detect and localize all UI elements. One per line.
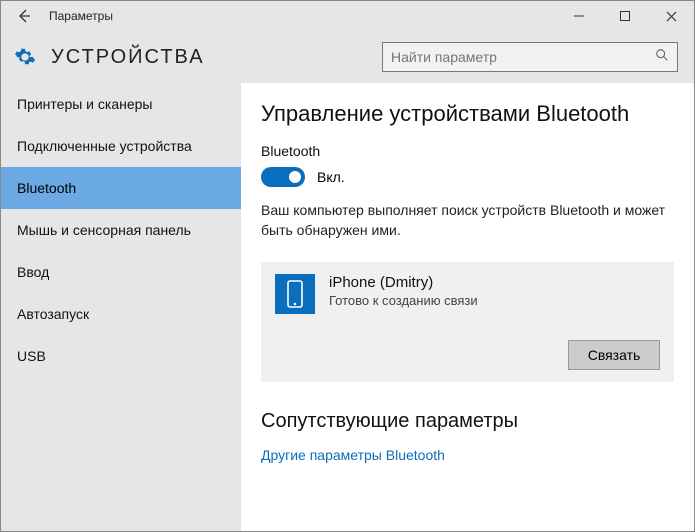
window-title: Параметры [47, 9, 556, 23]
device-card[interactable]: iPhone (Dmitry) Готово к созданию связи … [261, 262, 674, 382]
related-heading: Сопутствующие параметры [261, 410, 674, 433]
sidebar-item-label: Ввод [17, 264, 49, 280]
sidebar-item-label: USB [17, 348, 46, 364]
toggle-state-label: Вкл. [317, 169, 345, 185]
minimize-button[interactable] [556, 1, 602, 31]
related-link-more-bluetooth[interactable]: Другие параметры Bluetooth [261, 447, 674, 463]
category-title: УСТРОЙСТВА [51, 46, 382, 69]
bluetooth-toggle[interactable] [261, 167, 305, 187]
sidebar-item-label: Подключенные устройства [17, 138, 192, 154]
sidebar-item-label: Bluetooth [17, 180, 76, 196]
titlebar: Параметры [1, 1, 694, 31]
search-input[interactable] [391, 49, 655, 65]
sidebar-item-connected-devices[interactable]: Подключенные устройства [1, 125, 241, 167]
sidebar-item-label: Принтеры и сканеры [17, 96, 152, 112]
header-bar: УСТРОЙСТВА [1, 31, 694, 83]
search-box[interactable] [382, 42, 678, 72]
sidebar-item-label: Автозапуск [17, 306, 89, 322]
discovery-description: Ваш компьютер выполняет поиск устройств … [261, 201, 674, 240]
sidebar-item-mouse[interactable]: Мышь и сенсорная панель [1, 209, 241, 251]
page-title: Управление устройствами Bluetooth [261, 101, 674, 127]
sidebar-item-label: Мышь и сенсорная панель [17, 222, 191, 238]
sidebar-item-input[interactable]: Ввод [1, 251, 241, 293]
phone-icon [275, 274, 315, 314]
toggle-section-label: Bluetooth [261, 143, 674, 159]
search-icon [655, 48, 669, 67]
sidebar-item-printers[interactable]: Принтеры и сканеры [1, 83, 241, 125]
close-button[interactable] [648, 1, 694, 31]
content-pane: Управление устройствами Bluetooth Blueto… [241, 83, 694, 531]
sidebar-item-bluetooth[interactable]: Bluetooth [1, 167, 241, 209]
sidebar-item-usb[interactable]: USB [1, 335, 241, 377]
sidebar: Принтеры и сканеры Подключенные устройст… [1, 83, 241, 531]
back-button[interactable] [1, 1, 47, 31]
device-name: iPhone (Dmitry) [329, 274, 660, 291]
pair-button[interactable]: Связать [568, 340, 660, 370]
device-status: Готово к созданию связи [329, 293, 660, 308]
pair-button-label: Связать [588, 347, 641, 363]
maximize-button[interactable] [602, 1, 648, 31]
gear-icon [13, 45, 37, 69]
sidebar-item-autoplay[interactable]: Автозапуск [1, 293, 241, 335]
